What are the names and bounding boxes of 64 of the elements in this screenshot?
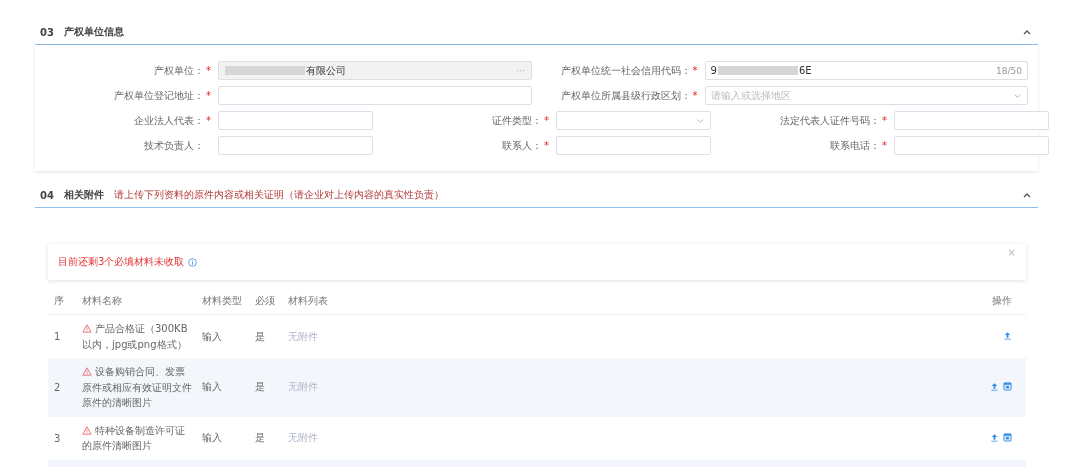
column-header: 材料类型 [202,295,242,306]
table-cell: 无附件 [288,330,318,342]
table-cell: 3 [54,432,61,444]
table-cell: 输入 [202,381,222,393]
field-label: 技术负责人： [144,138,204,153]
table-cell: 是 [255,330,265,342]
input-field[interactable] [894,136,1049,155]
table-cell: 1 [54,331,61,342]
section-title: 相关附件 [63,188,104,202]
table-cell: 设备购销合同、发票原件或相应有效证明文件原件的清晰图片 [82,366,192,408]
table-cell: 输入 [202,432,222,443]
input-field[interactable]: 有限公司 ··· [218,61,532,80]
column-header: 材料列表 [288,295,328,306]
table-cell: 2 [54,381,61,393]
warning-icon [82,425,92,435]
table-cell: 特种设备制造许可证的原件清晰图片 [82,424,185,451]
column-header: 材料名称 [82,295,122,306]
alert-text: 目前还剩3个必填材料未收取 [58,255,185,269]
input-field[interactable] [218,86,532,105]
input-field[interactable] [556,136,711,155]
field-label: 联系电话： [830,138,880,153]
required-mark: * [206,115,212,126]
info-icon[interactable] [188,257,198,267]
field-label: 企业法人代表： [134,113,204,128]
required-mark: * [882,115,888,126]
required-mark: * [692,65,699,76]
column-header: 序 [54,295,64,306]
field-label: 产权单位所属县级行政区划： [560,88,691,103]
section-note: 请上传下列资料的原件内容或相关证明（请企业对上传内容的真实性负责） [113,188,444,202]
input-field[interactable]: 9 6E 18/50 [704,61,1028,80]
required-mark: * [206,90,212,101]
warning-icon [82,324,92,333]
upload-icon[interactable] [1003,331,1012,340]
field-label: 产权单位： [154,63,204,78]
field-label: 证件类型： [492,113,542,128]
table-cell: 无附件 [288,432,318,443]
required-mark: * [544,140,550,151]
section-number: 04 [40,189,54,201]
table-cell: 是 [255,432,265,443]
table-cell: 输入 [202,330,222,342]
required-mark: * [544,115,550,126]
field-label: 联系人： [502,138,542,153]
upload-icon[interactable] [990,432,999,442]
table-cell: 无附件 [288,381,318,393]
required-mark: * [882,140,888,151]
input-field[interactable] [218,111,373,130]
table-cell: 产品合格证（300KB以内，jpg或png格式） [82,323,188,350]
required-mark: * [206,65,212,76]
preview-icon[interactable] [1003,381,1012,391]
section-title: 产权单位信息 [63,25,124,39]
input-field[interactable] [218,136,373,155]
required-mark: * [692,90,699,101]
field-label: 产权单位统一社会信用代码： [560,63,691,78]
preview-icon[interactable] [1003,432,1012,442]
section-number: 03 [40,26,54,38]
upload-icon[interactable] [990,381,999,391]
field-label: 法定代表人证件号码： [780,113,880,128]
column-header: 操作 [992,295,1012,306]
field-label: 产权单位登记地址： [114,88,204,103]
input-field[interactable] [894,111,1049,130]
select-field[interactable] [556,111,711,130]
table-cell: 是 [255,381,265,393]
warning-icon [82,367,92,376]
column-header: 必须 [255,295,275,306]
